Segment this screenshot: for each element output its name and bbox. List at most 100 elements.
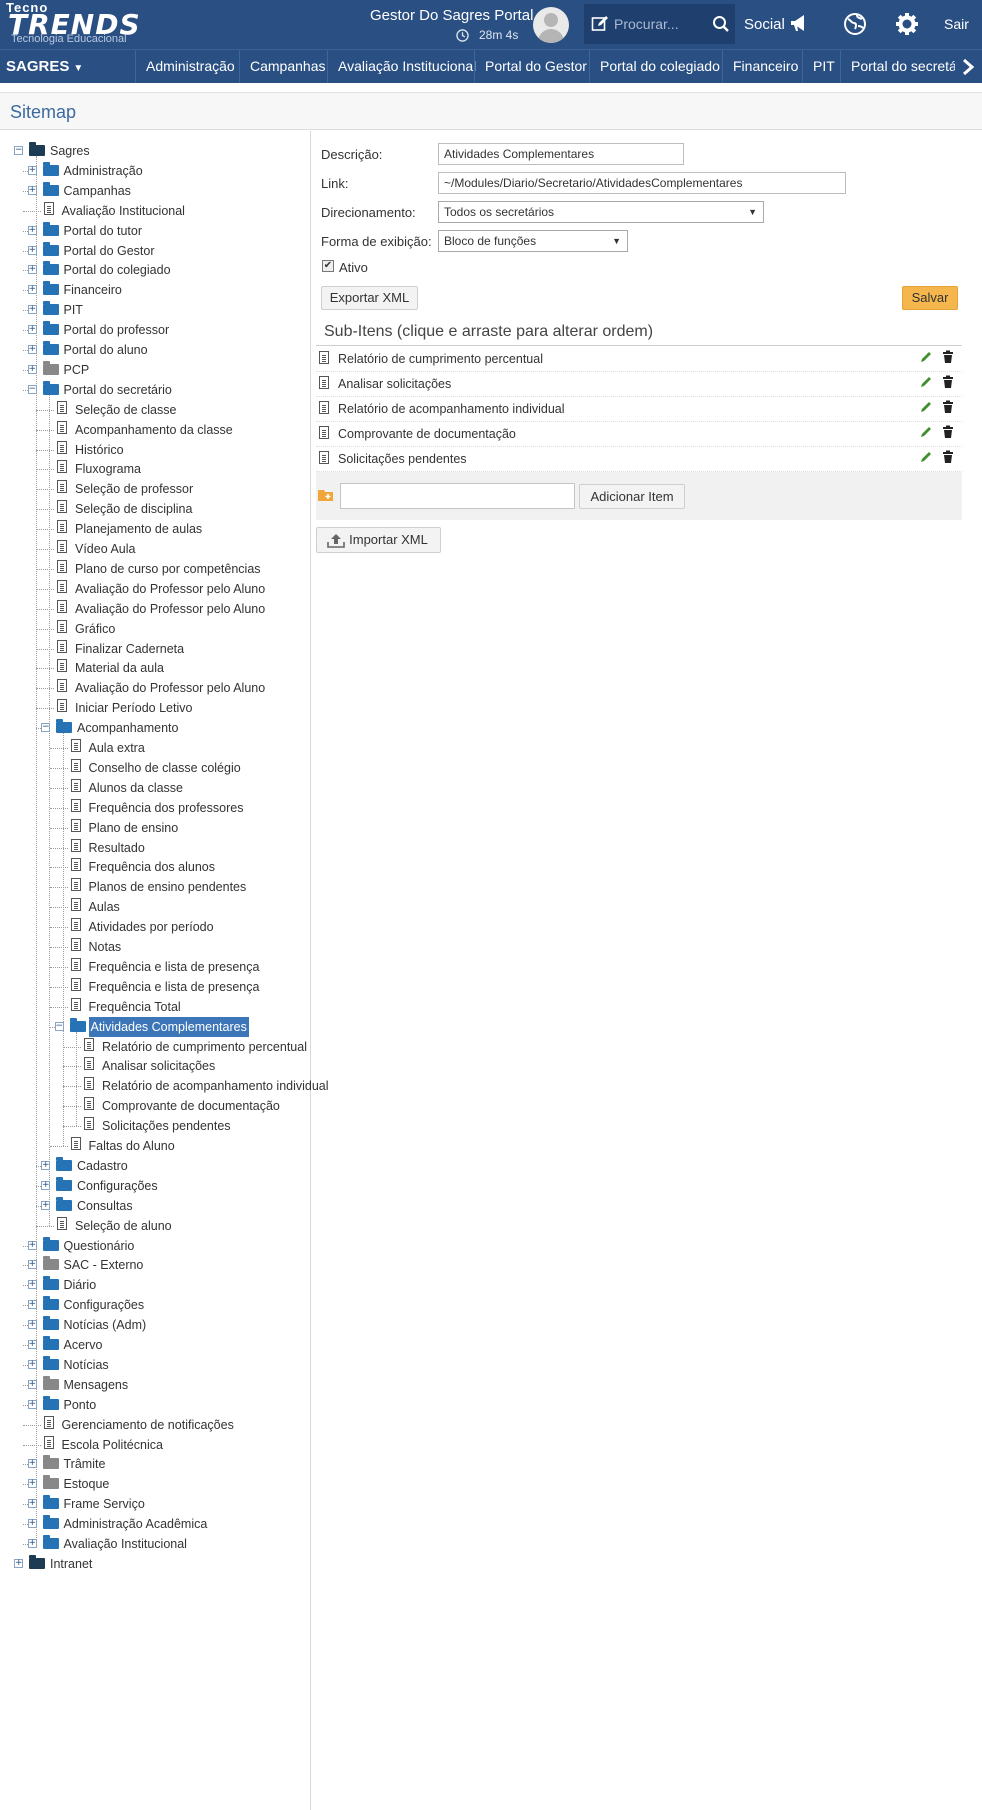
search-box[interactable]: Procurar... [584, 4, 735, 44]
nav-item-portal-colegiado[interactable]: Portal do colegiado [589, 50, 730, 83]
tree-node[interactable]: + Portal do Gestor [0, 241, 340, 261]
tree-node[interactable]: + PCP [0, 360, 340, 380]
subitem-row[interactable]: Solicitações pendentes [316, 447, 962, 472]
tree-node[interactable]: + Financeiro [0, 280, 340, 300]
tree-node[interactable]: Finalizar Caderneta [0, 639, 340, 659]
tree-node[interactable]: Frequência e lista de presença [0, 957, 340, 977]
tree-node[interactable]: Seleção de disciplina [0, 499, 340, 519]
expand-toggle-icon[interactable]: + [27, 1280, 37, 1290]
trash-icon[interactable] [942, 400, 954, 413]
tree-node[interactable]: Faltas do Aluno [0, 1136, 340, 1156]
expand-toggle-icon[interactable]: + [27, 1499, 37, 1509]
tree-node[interactable]: + Notícias (Adm) [0, 1315, 340, 1335]
expand-toggle-icon[interactable]: + [27, 245, 37, 255]
expand-toggle-icon[interactable]: + [27, 1379, 37, 1389]
tree-node[interactable]: + Ponto [0, 1395, 340, 1415]
expand-toggle-icon[interactable]: + [27, 305, 37, 315]
subitem-row[interactable]: Relatório de cumprimento percentual [316, 347, 962, 372]
avatar[interactable] [533, 7, 569, 43]
tree-node[interactable]: Avaliação do Professor pelo Aluno [0, 599, 340, 619]
tree-node[interactable]: + Trâmite [0, 1454, 340, 1474]
gear-icon[interactable] [895, 12, 919, 36]
save-button[interactable]: Salvar [902, 286, 958, 310]
subitem-row[interactable]: Analisar solicitações [316, 372, 962, 397]
tree-node[interactable]: + PIT [0, 300, 340, 320]
expand-toggle-icon[interactable]: + [41, 1200, 50, 1210]
add-item-button[interactable]: Adicionar Item [579, 484, 685, 509]
expand-toggle-icon[interactable]: + [27, 325, 37, 335]
tree-node[interactable]: + Consultas [0, 1196, 340, 1216]
tree-node[interactable]: + Notícias [0, 1355, 340, 1375]
tree-node[interactable]: + Portal do colegiado [0, 260, 340, 280]
tree-node[interactable]: + Intranet [0, 1554, 340, 1574]
tree-node[interactable]: Escola Politécnica [0, 1435, 340, 1455]
nav-item-campanhas[interactable]: Campanhas [239, 50, 336, 83]
tree-node[interactable]: + Portal do professor [0, 320, 340, 340]
tree-node[interactable]: + Administração [0, 161, 340, 181]
tree-node[interactable]: Avaliação do Professor pelo Aluno [0, 579, 340, 599]
tree-node[interactable]: Frequência dos professores [0, 798, 340, 818]
edit-icon[interactable] [591, 15, 609, 33]
tree-node[interactable]: + SAC - Externo [0, 1255, 340, 1275]
ativo-checkbox[interactable]: ✔ [322, 260, 334, 272]
edit-pencil-icon[interactable] [920, 425, 933, 438]
tree-node[interactable]: + Mensagens [0, 1375, 340, 1395]
expand-toggle-icon[interactable]: + [27, 225, 37, 235]
expand-toggle-icon[interactable]: + [27, 285, 37, 295]
tree-node[interactable]: Resultado [0, 838, 340, 858]
edit-pencil-icon[interactable] [920, 450, 933, 463]
tree-node[interactable]: + Cadastro [0, 1156, 340, 1176]
tree-node[interactable]: + Campanhas [0, 181, 340, 201]
direcionamento-select[interactable]: Todos os secretários ▼ [438, 201, 764, 223]
tree-node[interactable]: Gerenciamento de notificações [0, 1415, 340, 1435]
expand-toggle-icon[interactable]: + [27, 1539, 37, 1548]
search-icon[interactable] [712, 15, 730, 33]
tree-node[interactable]: Relatório de acompanhamento individual [0, 1076, 340, 1096]
collapse-toggle-icon[interactable]: − [54, 1021, 64, 1031]
globe-icon[interactable] [843, 12, 867, 36]
tree-node[interactable]: Avaliação do Professor pelo Aluno [0, 678, 340, 698]
expand-toggle-icon[interactable]: + [41, 1160, 50, 1170]
tree-node[interactable]: Iniciar Período Letivo [0, 698, 340, 718]
expand-toggle-icon[interactable]: + [27, 185, 37, 195]
tree-node[interactable]: + Acervo [0, 1335, 340, 1355]
tree-node[interactable]: Plano de curso por competências [0, 559, 340, 579]
tree-node[interactable]: + Administração Acadêmica [0, 1514, 340, 1534]
tree-node[interactable]: Histórico [0, 440, 340, 460]
tree-node[interactable]: − Sagres [0, 141, 340, 161]
logo[interactable]: Tecno TRENDS Tecnologia Educacional [6, 0, 146, 46]
collapse-toggle-icon[interactable]: − [14, 146, 23, 155]
expand-toggle-icon[interactable]: + [14, 1558, 23, 1568]
tree-node[interactable]: Conselho de classe colégio [0, 758, 340, 778]
tree-node[interactable]: Frequência dos alunos [0, 857, 340, 877]
tree-node[interactable]: Planos de ensino pendentes [0, 877, 340, 897]
tree-node[interactable]: Solicitações pendentes [0, 1116, 340, 1136]
expand-toggle-icon[interactable]: + [27, 1260, 37, 1270]
nav-item-avaliacao-institucional[interactable]: Avaliação Institucional [327, 50, 486, 83]
trash-icon[interactable] [942, 350, 954, 363]
tree-node[interactable]: − Portal do secretário [0, 380, 340, 400]
tree-node[interactable]: + Questionário [0, 1236, 340, 1256]
nav-item-portal-secretario[interactable]: Portal do secretá [840, 50, 955, 83]
tree-node[interactable]: Plano de ensino [0, 818, 340, 838]
edit-pencil-icon[interactable] [920, 400, 933, 413]
subitem-row[interactable]: Relatório de acompanhamento individual [316, 397, 962, 422]
expand-toggle-icon[interactable]: + [27, 364, 37, 374]
edit-pencil-icon[interactable] [920, 350, 933, 363]
tree-node[interactable]: Aulas [0, 897, 340, 917]
tree-node[interactable]: Gráfico [0, 619, 340, 639]
collapse-toggle-icon[interactable]: − [41, 723, 50, 733]
megaphone-icon[interactable] [788, 12, 810, 34]
nav-item-portal-gestor[interactable]: Portal do Gestor [474, 50, 597, 83]
expand-toggle-icon[interactable]: + [27, 1240, 37, 1250]
tree-node[interactable]: − Acompanhamento [0, 718, 340, 738]
search-input[interactable]: Procurar... [614, 16, 679, 32]
tree-node[interactable]: + Estoque [0, 1474, 340, 1494]
tree-node[interactable]: + Portal do aluno [0, 340, 340, 360]
nav-brand-menu[interactable]: SAGRES ▼ [6, 58, 83, 75]
subitem-row[interactable]: Comprovante de documentação [316, 422, 962, 447]
nav-item-pit[interactable]: PIT [802, 50, 845, 83]
expand-toggle-icon[interactable]: + [27, 165, 37, 175]
expand-toggle-icon[interactable]: + [27, 1359, 37, 1369]
tree-node[interactable]: Notas [0, 937, 340, 957]
